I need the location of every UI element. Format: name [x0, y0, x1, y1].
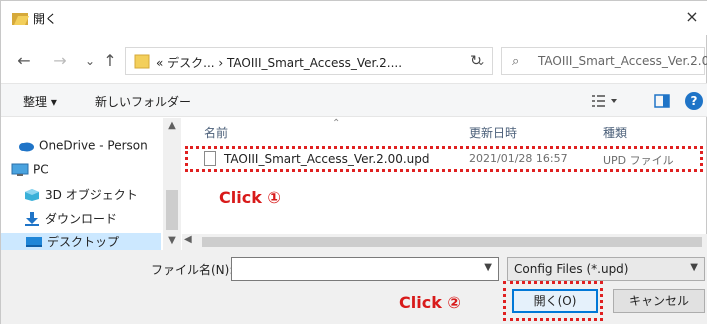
file-open-dialog: 開く × ← → ⌄ ↑ « デスク... › TAOIII_Smart_Acc…: [0, 0, 707, 324]
forward-button[interactable]: →: [51, 50, 69, 72]
organize-button[interactable]: 整理 ▾: [23, 93, 57, 110]
filetype-value: Config Files (*.upd): [514, 262, 629, 276]
window-title: 開く: [33, 12, 58, 26]
help-icon[interactable]: ?: [685, 92, 703, 110]
title-bar: 開く ×: [1, 1, 707, 35]
nav-item-label: ダウンロード: [45, 212, 118, 226]
filetype-select[interactable]: Config Files (*.upd) ▼: [507, 257, 705, 281]
scroll-left-arrow-icon[interactable]: ◀: [184, 234, 192, 245]
annotation-click-1: Click ①: [219, 188, 281, 207]
nav-item-onedrive[interactable]: OneDrive - Person: [17, 138, 148, 158]
navigation-pane: OneDrive - Person PC 3D オブジェクト ダウンロード デス…: [1, 118, 181, 253]
nav-item-3d-objects[interactable]: 3D オブジェクト: [23, 186, 138, 206]
new-folder-button[interactable]: 新しいフォルダー: [95, 93, 191, 110]
preview-pane-icon[interactable]: [653, 92, 671, 110]
filename-label: ファイル名(N):: [151, 263, 234, 277]
search-placeholder: TAOIII_Smart_Access_Ver.2.0...: [538, 54, 707, 68]
cloud-icon: [19, 142, 34, 151]
file-list-horizontal-scrollbar[interactable]: ◀: [182, 234, 707, 250]
scroll-down-arrow-icon[interactable]: ▼: [163, 235, 181, 246]
toolbar: 整理 ▾ 新しいフォルダー ?: [1, 83, 707, 117]
scrollbar-thumb[interactable]: [166, 190, 178, 230]
scroll-up-arrow-icon[interactable]: ▲: [163, 120, 181, 131]
column-header-date[interactable]: 更新日時: [469, 124, 517, 141]
sort-indicator-icon: ⌃: [332, 118, 341, 129]
filename-field[interactable]: ▼: [231, 257, 499, 281]
address-bar[interactable]: « デスク... › TAOIII_Smart_Access_Ver.2....…: [125, 47, 493, 75]
nav-item-pc[interactable]: PC: [11, 162, 49, 182]
annotation-highlight-open-button: [503, 281, 603, 321]
scrollbar-thumb[interactable]: [202, 237, 702, 247]
nav-item-label: PC: [33, 162, 49, 177]
pc-icon: [11, 163, 29, 176]
nav-item-label: デスクトップ: [47, 235, 120, 249]
nav-pane-scrollbar[interactable]: ▲ ▼: [163, 118, 181, 250]
search-icon: ⌕: [512, 54, 520, 69]
up-button[interactable]: ↑: [101, 50, 119, 72]
nav-item-label: 3D オブジェクト: [45, 188, 138, 202]
recent-locations-button[interactable]: ⌄: [81, 50, 99, 72]
annotation-click-2: Click ②: [399, 293, 461, 312]
column-header-name[interactable]: 名前: [204, 124, 228, 141]
desktop-icon: [26, 236, 42, 247]
annotation-highlight-file: [185, 146, 703, 172]
chevron-down-icon[interactable]: ▼: [484, 262, 492, 273]
folder-open-icon: [12, 13, 29, 25]
nav-item-label: OneDrive - Person: [39, 138, 148, 153]
folder-icon: [134, 54, 150, 69]
close-button[interactable]: ×: [680, 7, 704, 29]
column-header-type[interactable]: 種類: [603, 124, 627, 141]
search-box[interactable]: ⌕ TAOIII_Smart_Access_Ver.2.0...: [501, 47, 707, 75]
address-path: « デスク... › TAOIII_Smart_Access_Ver.2....: [156, 56, 403, 70]
chevron-down-icon: ▼: [690, 262, 698, 273]
file-list: 名前 ⌃ 更新日時 種類 TAOIII_Smart_Access_Ver.2.0…: [182, 118, 707, 234]
cancel-button[interactable]: キャンセル: [613, 289, 705, 313]
address-row: ← → ⌄ ↑ « デスク... › TAOIII_Smart_Access_V…: [1, 47, 707, 77]
nav-item-downloads[interactable]: ダウンロード: [23, 210, 117, 230]
view-options-icon[interactable]: [591, 92, 621, 110]
back-button[interactable]: ←: [15, 50, 33, 72]
refresh-button[interactable]: ↻: [461, 47, 491, 75]
3d-objects-icon: [25, 188, 39, 201]
download-icon: [25, 211, 39, 226]
